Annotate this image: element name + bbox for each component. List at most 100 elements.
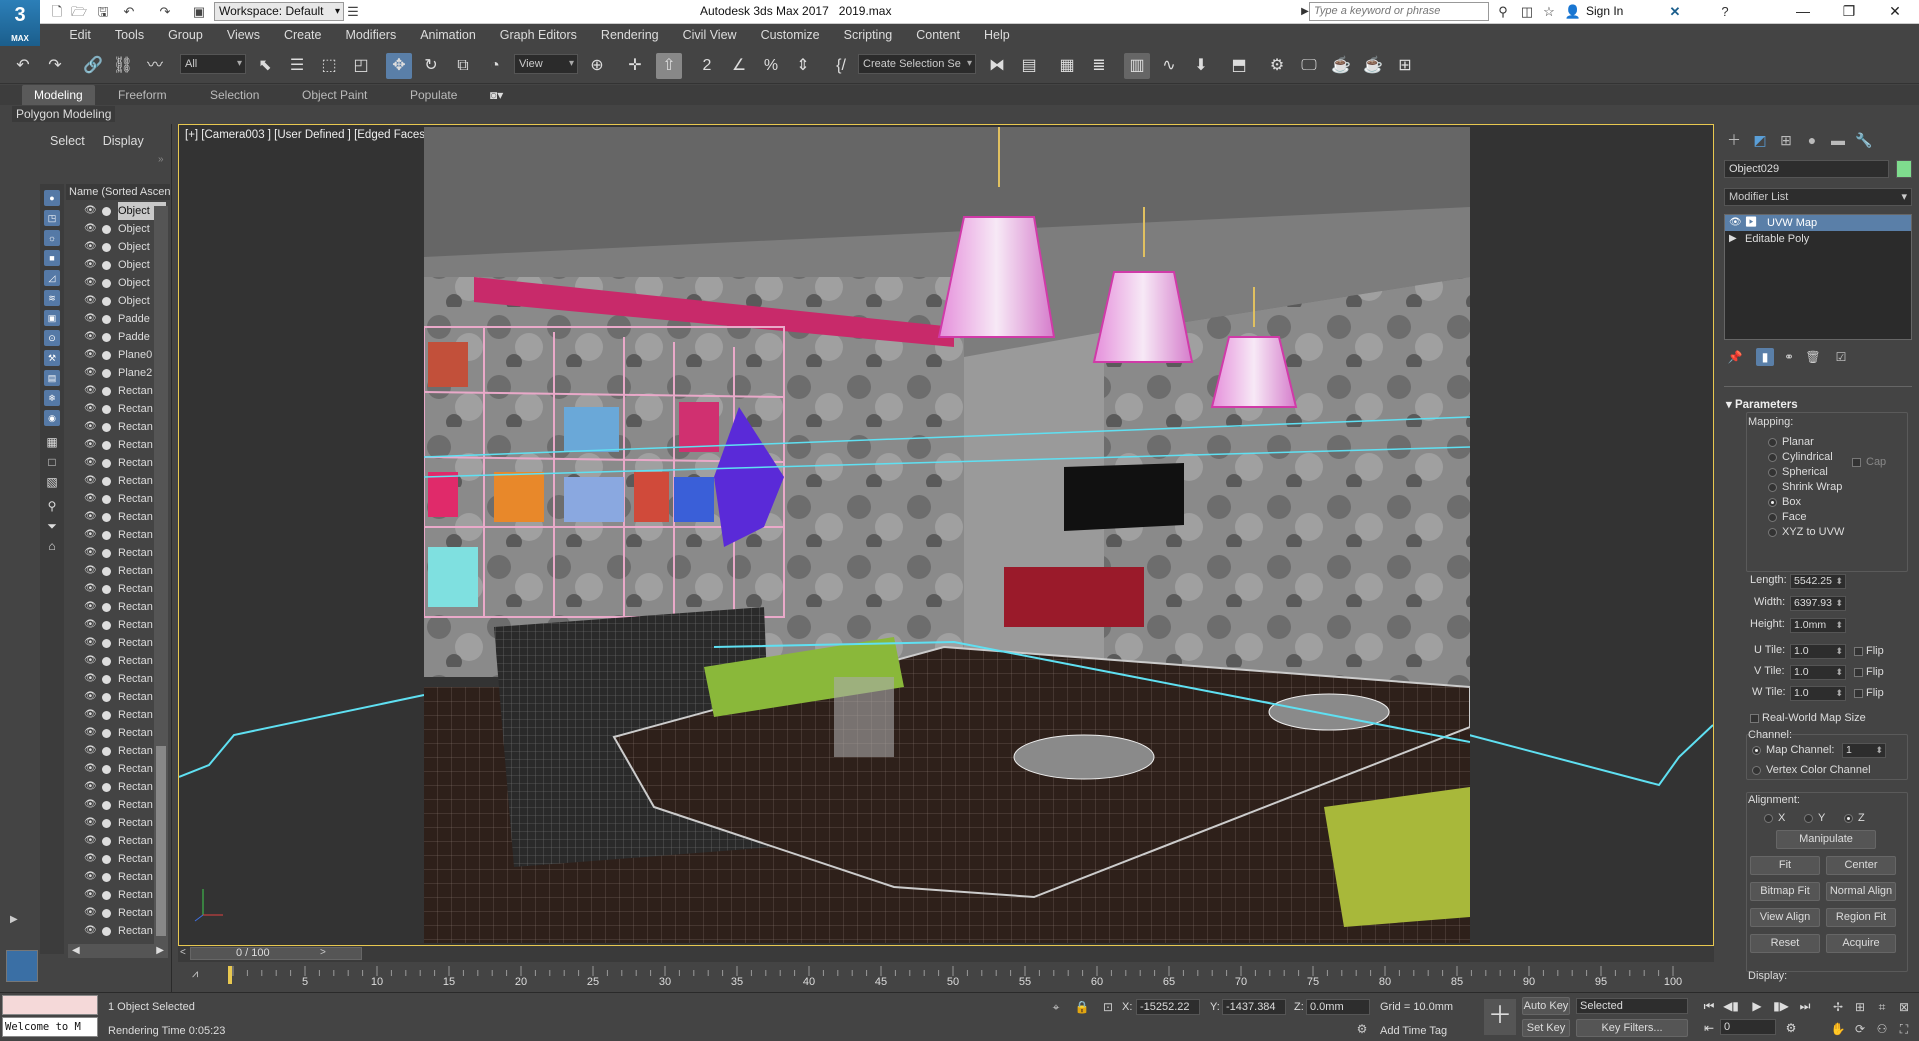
name-column-header[interactable]: Name (Sorted Ascending) xyxy=(66,184,170,200)
explorer-row[interactable]: 👁 Rectan xyxy=(66,886,166,904)
eye-icon[interactable]: 👁 xyxy=(84,562,97,580)
freeze-icon[interactable] xyxy=(102,783,111,792)
maximize-viewport-icon[interactable]: ⛶ xyxy=(1896,1021,1912,1037)
explorer-row[interactable]: 👁 Rectan xyxy=(66,796,166,814)
ribbon-tab-selection[interactable]: Selection xyxy=(198,85,271,105)
go-to-start-icon[interactable]: ⏮ xyxy=(1700,997,1718,1015)
freeze-icon[interactable] xyxy=(102,207,111,216)
freeze-icon[interactable] xyxy=(102,513,111,522)
object-color-swatch[interactable] xyxy=(1896,160,1912,178)
freeze-icon[interactable] xyxy=(102,297,111,306)
eye-icon[interactable]: 👁 xyxy=(84,490,97,508)
angle-snap-icon[interactable]: ∠ xyxy=(726,53,752,79)
display-invert-icon[interactable]: ▧ xyxy=(44,474,60,490)
explorer-row[interactable]: 👁 Rectan xyxy=(66,814,166,832)
maximize-button[interactable]: ❐ xyxy=(1826,0,1872,24)
explorer-row[interactable]: 👁 Rectan xyxy=(66,634,166,652)
freeze-icon[interactable] xyxy=(102,567,111,576)
play-icon[interactable]: ▶ xyxy=(1748,997,1766,1015)
u-flip-checkbox[interactable] xyxy=(1854,647,1863,656)
freeze-icon[interactable] xyxy=(102,333,111,342)
show-end-result-icon[interactable]: ▮ xyxy=(1756,348,1774,366)
app-logo[interactable]: 3 MAX xyxy=(0,0,40,46)
snaps-toggle-icon[interactable]: 2 xyxy=(694,53,720,79)
display-all-icon[interactable]: ▦ xyxy=(44,434,60,450)
minimize-button[interactable]: — xyxy=(1780,0,1826,24)
user-icon[interactable]: 👤 xyxy=(1564,3,1582,20)
undo-icon[interactable]: ↶ xyxy=(120,3,138,20)
previous-frame-icon[interactable]: ◀▮ xyxy=(1722,997,1740,1015)
menu-civil-view[interactable]: Civil View xyxy=(671,24,749,46)
v-tile-spinner[interactable]: 1.0 xyxy=(1790,665,1846,680)
align-z-radio[interactable] xyxy=(1844,814,1853,823)
explorer-row[interactable]: 👁 Rectan xyxy=(66,454,166,472)
freeze-icon[interactable] xyxy=(102,351,111,360)
zoom-icon[interactable]: ✢ xyxy=(1830,999,1846,1015)
stack-item-editable-poly[interactable]: ▶ Editable Poly xyxy=(1725,231,1911,247)
w-tile-spinner[interactable]: 1.0 xyxy=(1790,686,1846,701)
explorer-row[interactable]: 👁 Rectan xyxy=(66,562,166,580)
explorer-row[interactable]: 👁 Rectan xyxy=(66,868,166,886)
quick-access-menu-icon[interactable]: ☰ xyxy=(344,3,362,20)
freeze-icon[interactable] xyxy=(102,387,111,396)
keyboard-shortcut-override-icon[interactable]: ⇧ xyxy=(656,53,682,79)
eye-icon[interactable]: 👁 xyxy=(84,796,97,814)
field-of-view-icon[interactable]: ⊠ xyxy=(1896,999,1912,1015)
freeze-icon[interactable] xyxy=(102,315,111,324)
workspace-dropdown[interactable]: Workspace: Default xyxy=(214,2,344,21)
curve-editor-mini-icon[interactable]: ⩘ xyxy=(192,968,198,981)
cap-checkbox[interactable] xyxy=(1852,458,1861,467)
explorer-row[interactable]: 👁 Rectan xyxy=(66,724,166,742)
eye-icon[interactable]: 👁 xyxy=(84,670,97,688)
expand-arrow-icon[interactable]: ▶ xyxy=(10,914,18,925)
add-time-tag[interactable]: Add Time Tag xyxy=(1380,1025,1447,1037)
display-xrefs-icon[interactable]: ⊙ xyxy=(44,330,60,346)
rotate-icon[interactable]: ↻ xyxy=(418,53,444,79)
exchange-apps-icon[interactable]: ✕ xyxy=(1666,3,1684,20)
explorer-row[interactable]: 👁 Rectan xyxy=(66,508,166,526)
freeze-icon[interactable] xyxy=(102,405,111,414)
filter-icon[interactable]: ⏷ xyxy=(44,518,60,534)
walk-through-icon[interactable]: ⚇ xyxy=(1874,1021,1890,1037)
mapping-radio-cylindrical[interactable] xyxy=(1768,453,1777,462)
eye-icon[interactable]: 👁 xyxy=(84,418,97,436)
menu-customize[interactable]: Customize xyxy=(749,24,832,46)
eye-icon[interactable]: 👁 xyxy=(84,868,97,886)
pin-stack-icon[interactable]: 📌 xyxy=(1726,348,1744,366)
expand-arrow-icon[interactable]: ▶ xyxy=(1729,231,1737,247)
eye-icon[interactable]: 👁 xyxy=(84,814,97,832)
eye-icon[interactable]: 👁 xyxy=(84,256,97,274)
explorer-row[interactable]: 👁 Object xyxy=(66,202,166,220)
explorer-row[interactable]: 👁 Object xyxy=(66,220,166,238)
visibility-bulb-icon[interactable]: 👁 ▶ xyxy=(1729,215,1757,231)
x-coordinate-field[interactable]: -15252.22 xyxy=(1136,999,1200,1015)
scrollbar-thumb[interactable] xyxy=(156,746,166,936)
eye-icon[interactable]: 👁 xyxy=(84,400,97,418)
eye-icon[interactable]: 👁 xyxy=(84,904,97,922)
map-channel-spinner[interactable]: 1 xyxy=(1842,743,1886,758)
view-align-button[interactable]: View Align xyxy=(1750,908,1820,927)
eye-icon[interactable]: 👁 xyxy=(84,310,97,328)
selection-filter-dropdown[interactable]: All xyxy=(180,54,246,74)
display-space-warps-icon[interactable]: ≋ xyxy=(44,290,60,306)
explorer-horizontal-scrollbar[interactable]: ◀ ▶ xyxy=(68,944,168,958)
link-icon[interactable]: 🔗 xyxy=(80,53,106,79)
freeze-icon[interactable] xyxy=(102,495,111,504)
help-icon[interactable]: ? xyxy=(1716,3,1734,20)
schematic-view-icon[interactable]: ⬇ xyxy=(1188,53,1214,79)
eye-icon[interactable]: 👁 xyxy=(84,742,97,760)
mapping-radio-planar[interactable] xyxy=(1768,438,1777,447)
freeze-icon[interactable] xyxy=(102,711,111,720)
center-button[interactable]: Center xyxy=(1826,856,1896,875)
eye-icon[interactable]: 👁 xyxy=(84,688,97,706)
explorer-row[interactable]: 👁 Rectan xyxy=(66,526,166,544)
menu-edit[interactable]: Edit xyxy=(57,24,103,46)
freeze-icon[interactable] xyxy=(102,279,111,288)
explorer-row[interactable]: 👁 Rectan xyxy=(66,436,166,454)
u-tile-spinner[interactable]: 1.0 xyxy=(1790,644,1846,659)
map-channel-radio[interactable] xyxy=(1752,746,1761,755)
explorer-row[interactable]: 👁 Rectan xyxy=(66,472,166,490)
modify-tab-icon[interactable]: ◩ xyxy=(1750,130,1770,150)
rendered-frame-window-icon[interactable]: 🖵 xyxy=(1296,53,1322,79)
fit-button[interactable]: Fit xyxy=(1750,856,1820,875)
